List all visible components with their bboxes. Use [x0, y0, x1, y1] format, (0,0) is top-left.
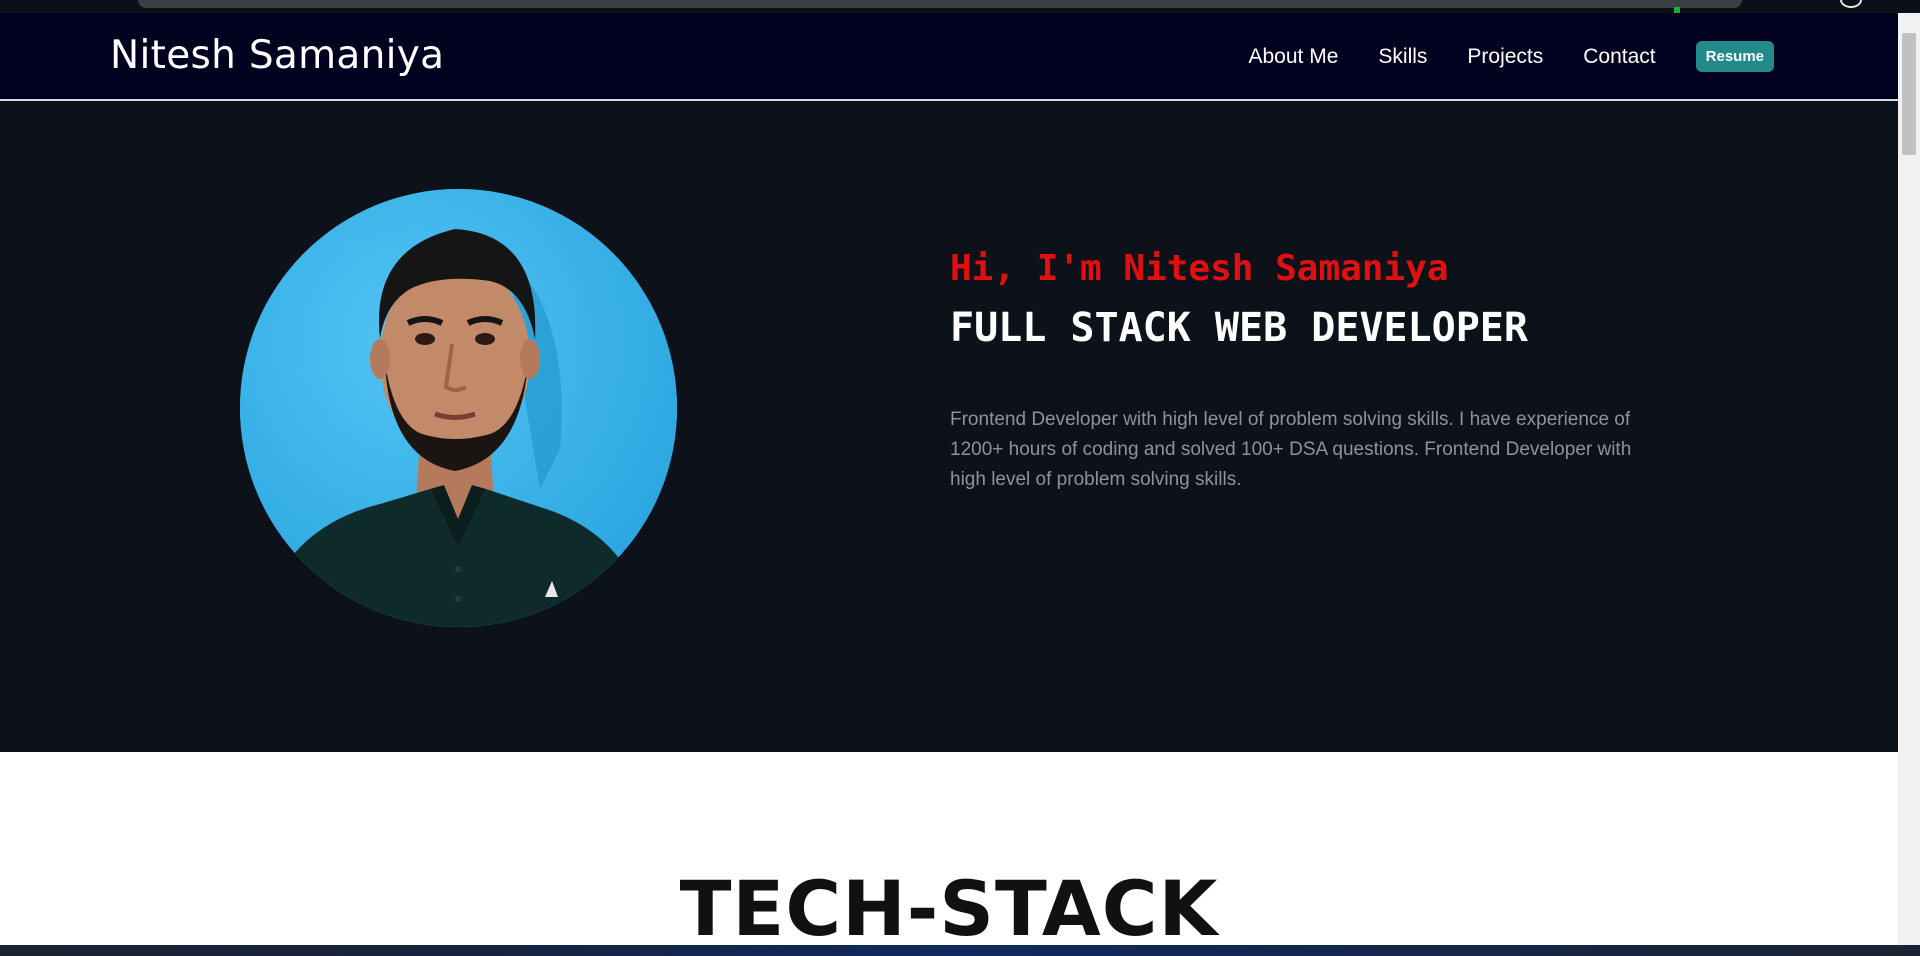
profile-icon[interactable]	[1840, 0, 1862, 8]
hero-greeting: Hi, I'm Nitesh Samaniya	[950, 248, 1449, 289]
profile-photo-illustration	[240, 189, 677, 627]
tech-stack-section: TECH-STACK	[0, 752, 1898, 953]
nav-link-projects[interactable]: Projects	[1467, 45, 1543, 69]
taskbar-strip	[0, 945, 1920, 956]
resume-button[interactable]: Resume	[1695, 41, 1774, 72]
nav-link-contact[interactable]: Contact	[1583, 45, 1655, 69]
page-scrollbar[interactable]	[1898, 13, 1920, 945]
tech-stack-title: TECH-STACK	[679, 864, 1219, 953]
address-bar[interactable]	[138, 0, 1742, 8]
hero-section: Hi, I'm Nitesh Samaniya FULL STACK WEB D…	[0, 103, 1898, 752]
brand-name[interactable]: Nitesh Samaniya	[110, 33, 444, 78]
nav-link-skills[interactable]: Skills	[1378, 45, 1427, 69]
profile-photo	[240, 189, 677, 627]
scrollbar-thumb[interactable]	[1902, 33, 1916, 155]
hero-bio: Frontend Developer with high level of pr…	[950, 409, 1632, 490]
browser-top-strip	[0, 0, 1920, 13]
hero-text: Hi, I'm Nitesh Samaniya FULL STACK WEB D…	[950, 245, 1670, 514]
nav-link-about-me[interactable]: About Me	[1249, 45, 1339, 69]
hero-role: FULL STACK WEB DEVELOPER	[950, 305, 1528, 351]
navbar: Nitesh Samaniya About Me Skills Projects…	[0, 13, 1898, 101]
nav-links: About Me Skills Projects Contact Resume	[1209, 41, 1774, 72]
